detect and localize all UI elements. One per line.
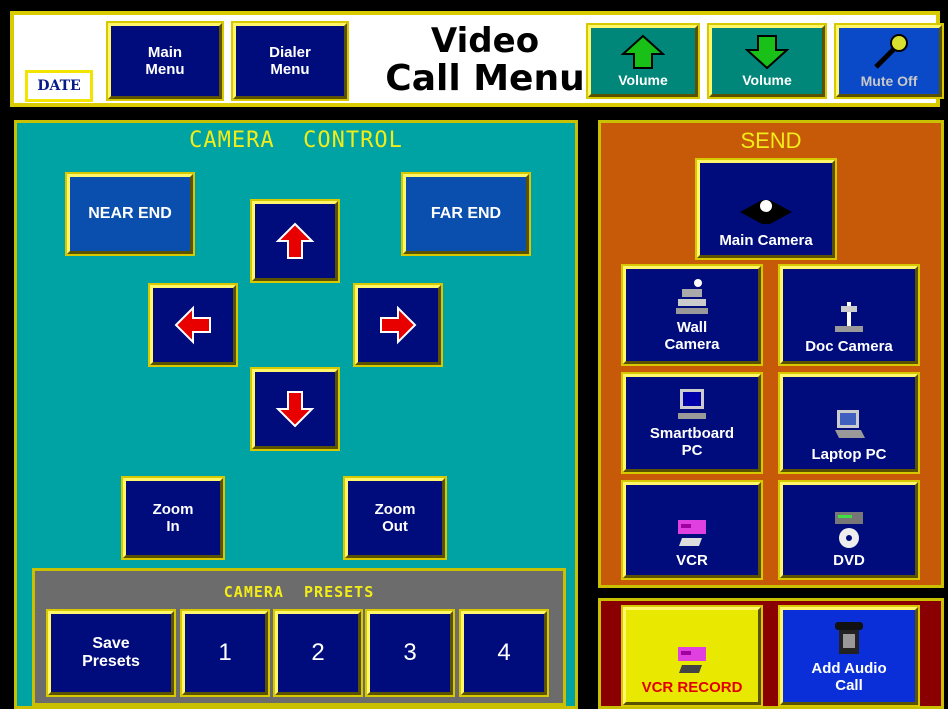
main-camera-label: Main Camera bbox=[719, 231, 813, 249]
volume-up-label: Volume bbox=[618, 71, 668, 88]
doc-camera-label: Doc Camera bbox=[805, 337, 893, 355]
wall-camera-label-2: Camera bbox=[664, 336, 720, 353]
document-camera-icon bbox=[835, 301, 863, 332]
down-arrow-icon bbox=[745, 34, 789, 70]
preset-3-button[interactable]: 3 bbox=[365, 609, 455, 697]
near-end-label: NEAR END bbox=[88, 204, 172, 222]
microphone-icon bbox=[874, 33, 908, 69]
zoom-out-label-2: Out bbox=[382, 518, 408, 535]
wall-camera-button[interactable]: Wall Camera bbox=[621, 264, 763, 366]
vcr-label: VCR bbox=[676, 551, 708, 569]
mute-button[interactable]: Mute Off bbox=[834, 23, 944, 99]
page-title: Video Call Menu bbox=[385, 22, 585, 102]
red-left-arrow-icon bbox=[174, 305, 211, 345]
date-display: DATE bbox=[25, 70, 93, 102]
zoom-out-label-1: Zoom bbox=[374, 500, 416, 518]
smartboard-pc-button[interactable]: Smartboard PC bbox=[621, 372, 763, 474]
main-menu-button[interactable]: Main Menu bbox=[106, 21, 224, 101]
zoom-in-label-2: In bbox=[166, 518, 180, 535]
computer-icon bbox=[678, 388, 706, 419]
camera-control-title: CAMERA CONTROL bbox=[189, 128, 403, 153]
dialer-menu-label-2: Menu bbox=[270, 61, 310, 78]
pan-up-button[interactable] bbox=[250, 199, 340, 283]
smartboard-label-1: Smartboard bbox=[649, 424, 735, 442]
vcr-record-button[interactable]: VCR RECORD bbox=[621, 605, 763, 707]
save-presets-label-1: Save bbox=[92, 634, 130, 652]
pan-right-button[interactable] bbox=[353, 283, 443, 367]
add-audio-call-button[interactable]: Add Audio Call bbox=[778, 605, 920, 707]
near-end-button[interactable]: NEAR END bbox=[65, 172, 195, 256]
zoom-in-button[interactable]: Zoom In bbox=[121, 476, 225, 560]
send-title: SEND bbox=[740, 128, 802, 153]
vcr-button[interactable]: VCR bbox=[621, 480, 763, 580]
wall-camera-icon bbox=[676, 278, 708, 314]
laptop-icon bbox=[835, 409, 865, 438]
main-camera-button[interactable]: Main Camera bbox=[695, 158, 837, 260]
pan-down-button[interactable] bbox=[250, 367, 340, 451]
vcr-record-label: VCR RECORD bbox=[641, 678, 743, 696]
zoom-out-button[interactable]: Zoom Out bbox=[343, 476, 447, 560]
volume-down-button[interactable]: Volume bbox=[707, 23, 827, 99]
up-arrow-icon bbox=[621, 34, 665, 69]
camera-presets-title: CAMERA PRESETS bbox=[223, 583, 375, 601]
camera-icon bbox=[740, 199, 792, 224]
add-audio-label-1: Add Audio bbox=[811, 659, 887, 677]
preset-2-label: 2 bbox=[311, 639, 325, 667]
far-end-label: FAR END bbox=[430, 204, 502, 222]
save-presets-label-2: Presets bbox=[82, 653, 140, 670]
save-presets-button[interactable]: Save Presets bbox=[46, 609, 176, 697]
wall-camera-label-1: Wall bbox=[676, 318, 708, 336]
preset-4-button[interactable]: 4 bbox=[459, 609, 549, 697]
main-menu-label-1: Main bbox=[147, 43, 183, 61]
volume-down-label: Volume bbox=[742, 71, 792, 88]
main-menu-label-2: Menu bbox=[145, 61, 185, 78]
add-audio-label-2: Call bbox=[835, 677, 863, 694]
laptop-pc-button[interactable]: Laptop PC bbox=[778, 372, 920, 474]
preset-4-label: 4 bbox=[497, 639, 511, 667]
telephone-icon bbox=[835, 621, 863, 654]
dialer-menu-label-1: Dialer bbox=[269, 43, 311, 61]
preset-2-button[interactable]: 2 bbox=[273, 609, 363, 697]
doc-camera-button[interactable]: Doc Camera bbox=[778, 264, 920, 366]
vcr-icon bbox=[678, 646, 706, 673]
preset-1-label: 1 bbox=[218, 639, 232, 667]
smartboard-label-2: PC bbox=[681, 442, 703, 459]
red-down-arrow-icon bbox=[275, 391, 315, 428]
zoom-in-label-1: Zoom bbox=[152, 500, 194, 518]
laptop-label: Laptop PC bbox=[811, 445, 887, 463]
preset-1-button[interactable]: 1 bbox=[180, 609, 270, 697]
dialer-menu-button[interactable]: Dialer Menu bbox=[231, 21, 349, 101]
red-up-arrow-icon bbox=[275, 222, 315, 259]
red-right-arrow-icon bbox=[380, 305, 417, 345]
dvd-label: DVD bbox=[833, 551, 865, 569]
vcr-icon bbox=[678, 519, 706, 546]
dvd-button[interactable]: DVD bbox=[778, 480, 920, 580]
mute-label: Mute Off bbox=[860, 72, 918, 89]
dvd-icon bbox=[835, 511, 863, 548]
volume-up-button[interactable]: Volume bbox=[586, 23, 700, 99]
far-end-button[interactable]: FAR END bbox=[401, 172, 531, 256]
pan-left-button[interactable] bbox=[148, 283, 238, 367]
page-title-line-2: Call Menu bbox=[385, 58, 585, 99]
preset-3-label: 3 bbox=[403, 639, 417, 667]
page-title-line-1: Video bbox=[430, 21, 540, 61]
